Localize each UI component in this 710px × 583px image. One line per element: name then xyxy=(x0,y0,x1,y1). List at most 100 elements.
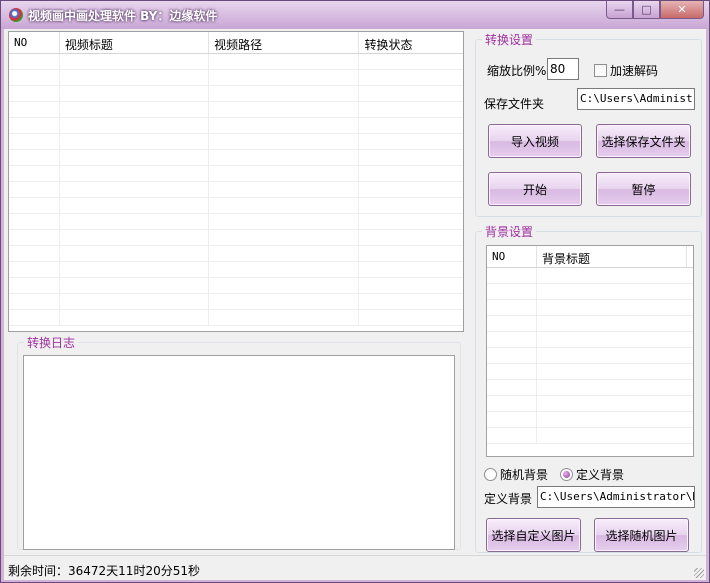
random-bg-radio-circle[interactable] xyxy=(484,468,497,481)
video-list-body xyxy=(9,54,463,326)
table-cell xyxy=(537,428,687,444)
table-cell xyxy=(359,134,463,150)
table-cell xyxy=(359,150,463,166)
table-cell xyxy=(209,230,360,246)
custom-bg-radio-circle[interactable] xyxy=(560,468,573,481)
table-row xyxy=(487,284,693,300)
table-cell xyxy=(209,86,360,102)
table-row xyxy=(9,118,463,134)
table-cell xyxy=(487,348,537,364)
random-bg-radio[interactable]: 随机背景 xyxy=(484,466,548,483)
log-group: 转换日志 xyxy=(17,334,461,550)
background-list-body xyxy=(487,268,693,444)
table-cell xyxy=(487,412,537,428)
save-folder-input[interactable]: C:\Users\Administrator\D xyxy=(577,88,695,110)
table-cell xyxy=(359,198,463,214)
bg-column-header-no[interactable]: NO xyxy=(487,246,537,267)
table-row xyxy=(9,150,463,166)
custom-bg-path-label: 定义背景 xyxy=(484,492,533,506)
table-cell xyxy=(487,268,537,284)
custom-bg-radio[interactable]: 定义背景 xyxy=(560,466,624,483)
scale-input[interactable]: 80 xyxy=(547,58,579,80)
resize-grip-icon[interactable] xyxy=(694,568,704,578)
table-cell xyxy=(9,214,60,230)
table-cell xyxy=(9,54,60,70)
choose-random-image-button[interactable]: 选择随机图片 xyxy=(594,518,689,552)
table-row xyxy=(9,246,463,262)
accel-decode-checkbox[interactable]: 加速解码 xyxy=(594,62,658,79)
table-cell xyxy=(209,182,360,198)
table-cell xyxy=(209,150,360,166)
pause-button[interactable]: 暂停 xyxy=(596,172,691,206)
maximize-button[interactable]: □ xyxy=(633,1,660,19)
column-header-status[interactable]: 转换状态 xyxy=(359,32,463,53)
choose-save-folder-button[interactable]: 选择保存文件夹 xyxy=(596,124,691,158)
table-row xyxy=(9,310,463,326)
table-cell xyxy=(60,54,210,70)
table-cell xyxy=(359,182,463,198)
table-cell xyxy=(487,284,537,300)
window-title: 视频画中画处理软件 BY：边缘软件 xyxy=(28,9,218,23)
start-button[interactable]: 开始 xyxy=(488,172,582,206)
video-list[interactable]: NO 视频标题 视频路径 转换状态 xyxy=(8,31,464,332)
table-cell xyxy=(60,134,210,150)
accel-decode-box[interactable] xyxy=(594,64,607,77)
table-row xyxy=(487,348,693,364)
table-cell xyxy=(537,396,687,412)
table-row xyxy=(487,268,693,284)
app-window: 视频画中画处理软件 BY：边缘软件 — □ ✕ NO 视频标题 视频路径 转换状… xyxy=(0,0,710,583)
background-list-header: NO 背景标题 xyxy=(487,246,693,268)
table-cell xyxy=(9,230,60,246)
choose-custom-image-button[interactable]: 选择自定义图片 xyxy=(486,518,581,552)
table-cell xyxy=(487,380,537,396)
table-cell xyxy=(359,246,463,262)
table-row xyxy=(9,182,463,198)
table-cell xyxy=(60,150,210,166)
log-textarea[interactable] xyxy=(23,355,455,550)
table-cell xyxy=(209,54,360,70)
table-cell xyxy=(359,86,463,102)
table-cell xyxy=(487,428,537,444)
table-cell xyxy=(60,230,210,246)
table-cell xyxy=(9,294,60,310)
close-button[interactable]: ✕ xyxy=(660,1,704,19)
table-row xyxy=(487,364,693,380)
table-row xyxy=(9,70,463,86)
background-list[interactable]: NO 背景标题 xyxy=(486,245,694,457)
table-cell xyxy=(9,86,60,102)
import-video-button[interactable]: 导入视频 xyxy=(488,124,582,158)
table-cell xyxy=(359,278,463,294)
table-cell xyxy=(209,246,360,262)
table-cell xyxy=(209,102,360,118)
table-row xyxy=(9,262,463,278)
table-cell xyxy=(537,300,687,316)
title-bar[interactable]: 视频画中画处理软件 BY：边缘软件 — □ ✕ xyxy=(1,1,709,29)
table-cell xyxy=(537,412,687,428)
bg-column-header-title[interactable]: 背景标题 xyxy=(537,246,687,267)
table-cell xyxy=(359,102,463,118)
table-cell xyxy=(487,316,537,332)
convert-settings-title: 转换设置 xyxy=(482,31,537,48)
table-cell xyxy=(9,278,60,294)
custom-bg-path-input[interactable]: C:\Users\Administrator\Des xyxy=(537,486,695,508)
column-header-no[interactable]: NO xyxy=(9,32,60,53)
table-cell xyxy=(60,214,210,230)
table-cell xyxy=(209,278,360,294)
save-folder-label: 保存文件夹 xyxy=(484,97,545,111)
column-header-video-path[interactable]: 视频路径 xyxy=(209,32,360,53)
background-settings-title: 背景设置 xyxy=(482,223,537,240)
table-row xyxy=(9,134,463,150)
table-cell xyxy=(9,262,60,278)
table-cell xyxy=(209,310,360,326)
convert-settings-group: 转换设置 缩放比例% 80 加速解码 保存文件夹 C:\Users\Admini… xyxy=(475,31,702,217)
window-controls: — □ ✕ xyxy=(606,1,704,19)
table-cell xyxy=(209,198,360,214)
random-bg-label: 随机背景 xyxy=(500,468,549,482)
table-cell xyxy=(209,70,360,86)
status-bar: 剩余时间：36472天11时20分51秒 xyxy=(4,555,706,580)
column-header-video-title[interactable]: 视频标题 xyxy=(60,32,210,53)
table-cell xyxy=(359,230,463,246)
table-cell xyxy=(359,310,463,326)
table-cell xyxy=(60,246,210,262)
minimize-button[interactable]: — xyxy=(606,1,633,19)
